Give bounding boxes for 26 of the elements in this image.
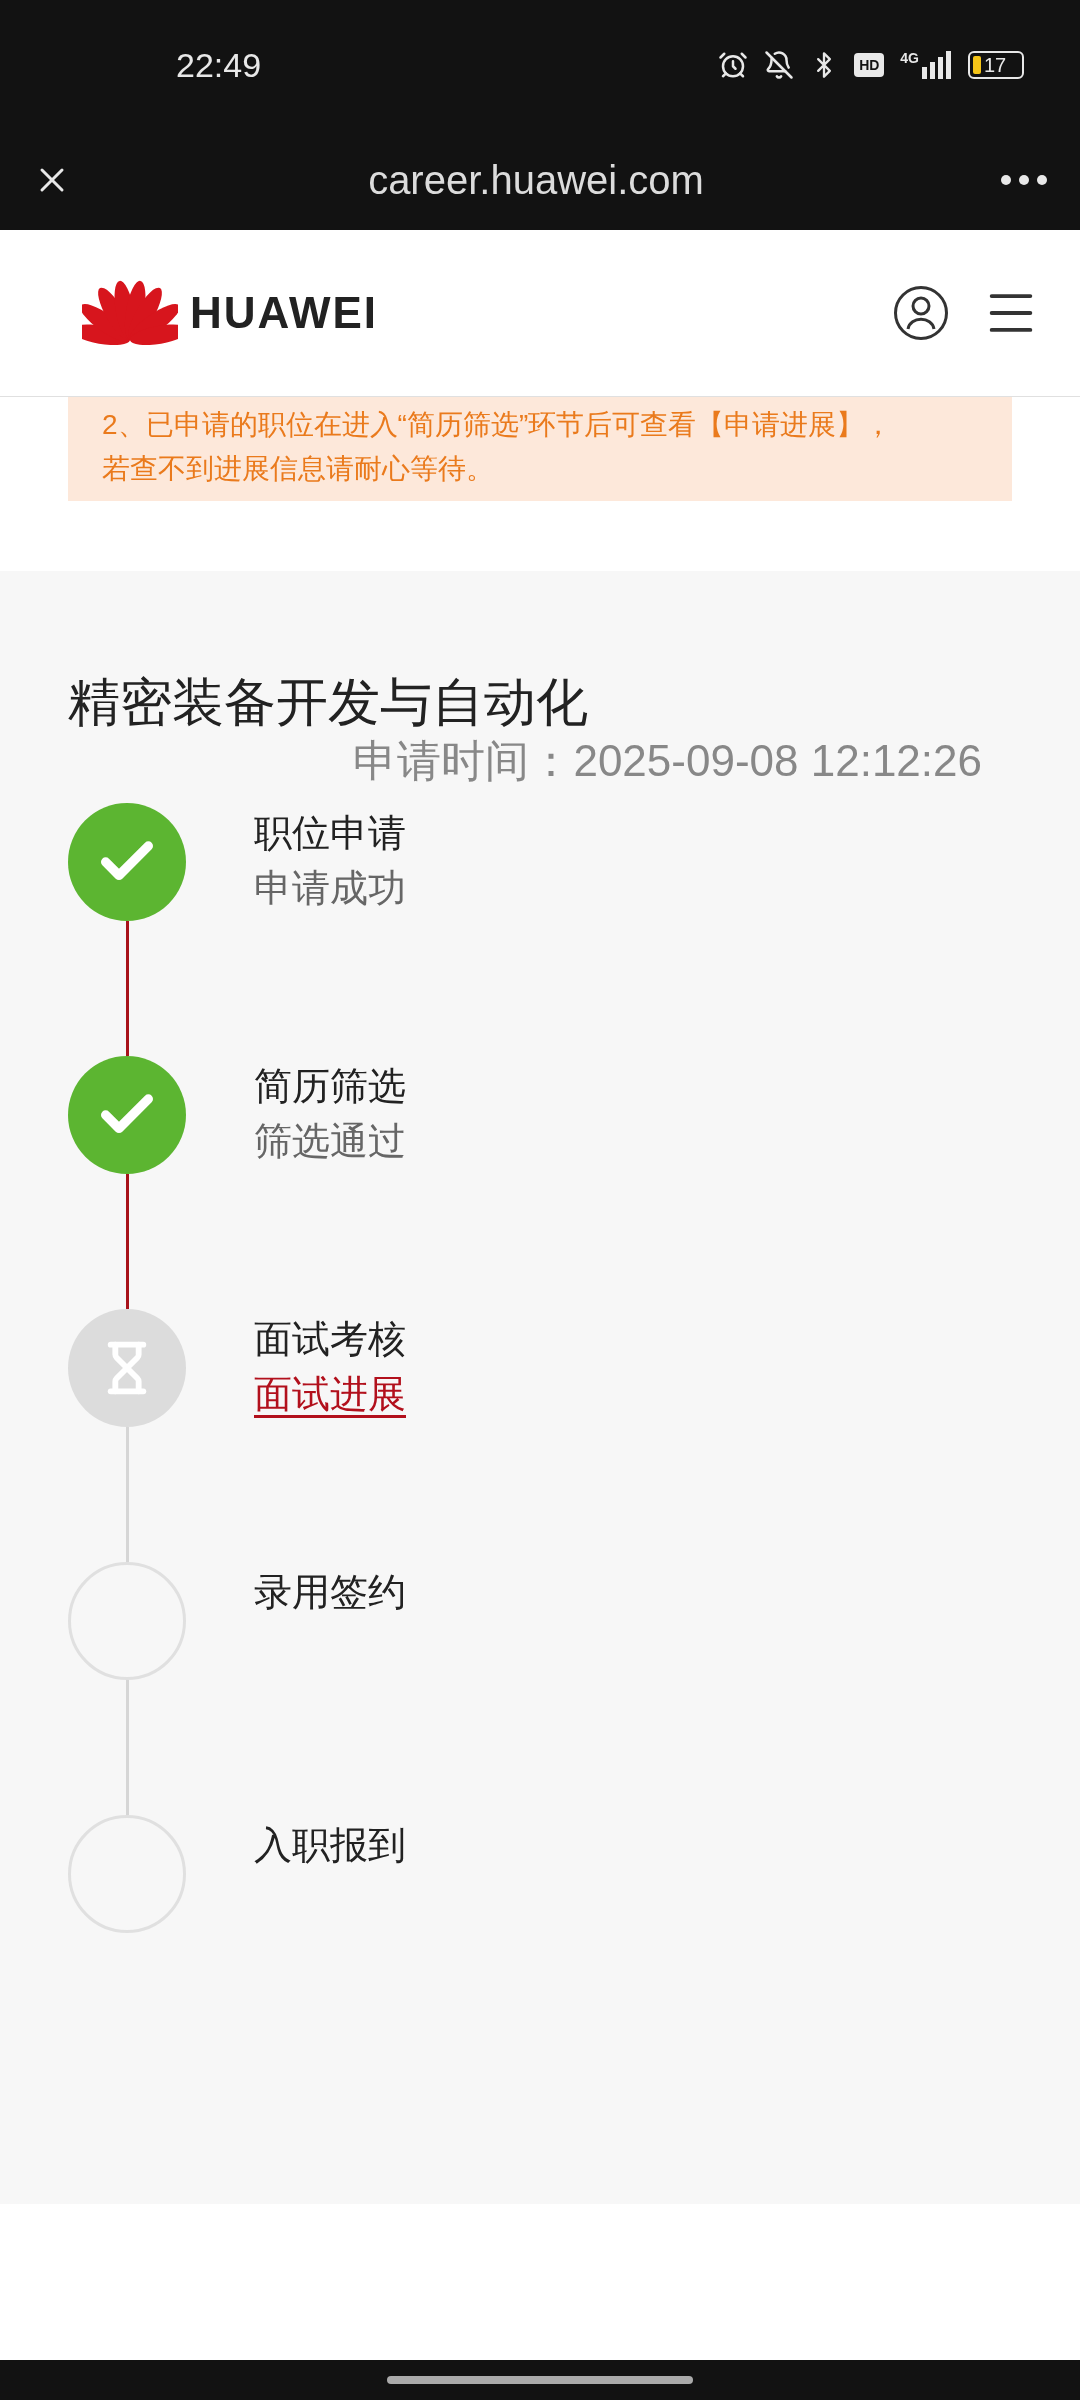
brand-name: HUAWEI [190,287,378,339]
progress-link[interactable]: 面试进展 [254,1369,406,1419]
hd-indicator: HD [854,53,885,77]
battery-charge-bar [973,56,981,74]
more-icon [1001,175,1047,185]
page-url: career.huawei.com [368,157,704,204]
alarm-icon [718,50,749,80]
step-title: 面试考核 [254,1317,406,1362]
status-time: 22:49 [176,44,262,86]
network-label: 4G [900,51,919,65]
battery-level: 17 [984,55,1007,75]
signal-icon [922,51,952,79]
logo-icon [82,278,178,348]
bell-off-icon [764,50,795,80]
step-title: 入职报到 [254,1823,406,1868]
step-title: 职位申请 [254,811,406,856]
notice-text: 若查不到进展信息请耐心等待。 [102,452,495,486]
notice-text: 2、已申请的职位在进入“简历筛选”环节后可查看【申请进展】， [102,408,894,442]
step-title: 录用签约 [254,1570,406,1615]
step-status: 申请成功 [254,866,406,911]
position-title: 精密装备开发与自动化 [68,672,589,733]
user-icon [906,296,936,330]
user-button[interactable] [894,286,948,340]
step-title: 简历筛选 [254,1064,406,1109]
step-status: 筛选通过 [254,1119,406,1164]
applied-time: 申请时间：2025-09-08 12:12:26 [353,735,982,787]
